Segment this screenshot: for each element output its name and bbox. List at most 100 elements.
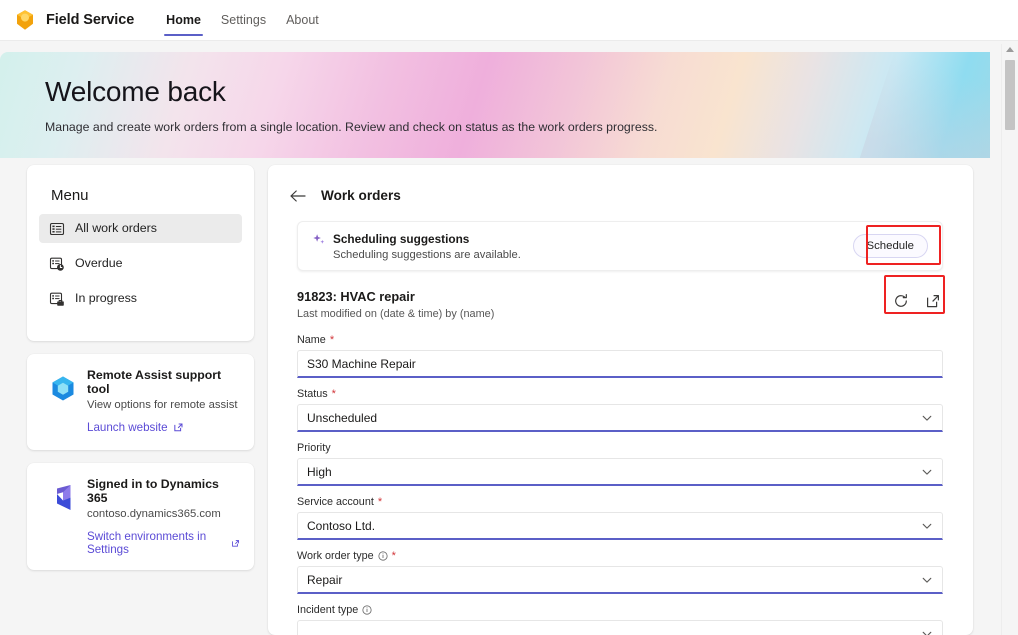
dynamics-signin-title: Signed in to Dynamics 365 [87, 477, 219, 505]
vertical-scrollbar[interactable] [1001, 44, 1018, 635]
chevron-down-icon [922, 577, 932, 583]
required-asterisk: * [329, 333, 335, 346]
sidebar: Menu All work orders Overdue In progress… [27, 165, 254, 570]
dynamics-signin-card: Signed in to Dynamics 365 contoso.dynami… [27, 463, 254, 570]
field-incident-type-label: Incident type [297, 604, 943, 616]
external-link-icon [173, 423, 183, 432]
field-label-text: Priority [297, 442, 331, 454]
field-name: Name * S30 Machine Repair [297, 334, 943, 378]
menu-card: Menu All work orders Overdue In progress [27, 165, 254, 341]
chevron-down-icon [922, 523, 932, 529]
remote-assist-hexagon-icon [52, 376, 74, 401]
required-asterisk: * [377, 495, 383, 508]
nav-items: Home Settings About [156, 0, 329, 41]
field-service-account: Service account * Contoso Ltd. [297, 496, 943, 540]
app-window: Field Service Home Settings About Welcom… [0, 0, 1018, 635]
dynamics-365-icon [57, 485, 71, 510]
work-order-header: 91823: HVAC repair Last modified on (dat… [297, 289, 943, 320]
field-status-label: Status * [297, 388, 943, 400]
work-orders-panel: Work orders Scheduling suggestions Sched… [268, 165, 973, 635]
service-account-select-value: Contoso Ltd. [307, 518, 376, 533]
welcome-banner: Welcome back Manage and create work orde… [0, 52, 990, 158]
open-in-new-window-icon[interactable] [925, 293, 941, 309]
scroll-up-arrow-icon[interactable] [1006, 47, 1014, 52]
sidebar-item-in-progress[interactable]: In progress [39, 284, 242, 313]
app-title: Field Service [46, 12, 135, 28]
nav-item-settings[interactable]: Settings [211, 0, 276, 41]
schedule-button[interactable]: Schedule [852, 234, 928, 258]
priority-select-value: High [307, 464, 332, 479]
top-navigation-bar: Field Service Home Settings About [0, 0, 1018, 41]
field-status: Status * Unscheduled [297, 388, 943, 432]
sidebar-item-label: In progress [75, 291, 137, 306]
required-asterisk: * [331, 387, 336, 400]
work-order-actions [893, 293, 943, 309]
sidebar-item-label: Overdue [75, 256, 123, 271]
field-label-text: Incident type [297, 604, 359, 616]
work-order-last-modified: Last modified on (date & time) by (name) [297, 308, 495, 320]
chevron-down-icon [922, 415, 932, 421]
dynamics-environment-url: contoso.dynamics365.com [87, 508, 221, 520]
back-arrow-icon[interactable] [290, 189, 307, 203]
work-order-type-select[interactable]: Repair [297, 566, 943, 594]
sidebar-item-overdue[interactable]: Overdue [39, 249, 242, 278]
chevron-down-icon [922, 469, 932, 475]
scheduling-suggestions-banner: Scheduling suggestions Scheduling sugges… [297, 221, 943, 271]
dynamics-signin-body: Signed in to Dynamics 365 contoso.dynami… [87, 477, 240, 556]
switch-environments-link[interactable]: Switch environments in Settings [87, 530, 240, 556]
field-priority-label: Priority [297, 442, 943, 454]
field-incident-type: Incident type [297, 604, 943, 635]
info-icon[interactable] [362, 605, 372, 615]
scheduling-suggestions-title: Scheduling suggestions [333, 231, 470, 246]
nav-item-about[interactable]: About [276, 0, 329, 41]
field-label-text: Work order type [297, 550, 374, 562]
refresh-icon[interactable] [893, 293, 909, 309]
field-work-order-type-label: Work order type * [297, 550, 943, 562]
panel-title: Work orders [321, 188, 401, 203]
priority-select[interactable]: High [297, 458, 943, 486]
nav-item-about-label: About [286, 13, 319, 27]
menu-heading: Menu [51, 187, 89, 204]
page-title: Welcome back [45, 76, 226, 107]
sidebar-item-label: All work orders [75, 221, 157, 236]
list-icon [49, 222, 65, 235]
external-link-icon [231, 539, 239, 547]
required-asterisk: * [391, 549, 396, 562]
remote-assist-subtitle: View options for remote assist [87, 399, 238, 411]
incident-type-select[interactable] [297, 620, 943, 635]
work-order-type-select-value: Repair [307, 572, 343, 587]
field-label-text: Name [297, 334, 326, 346]
field-label-text: Service account [297, 496, 374, 508]
list-clock-icon [49, 257, 64, 271]
launch-website-link[interactable]: Launch website [87, 421, 184, 434]
info-icon[interactable] [378, 551, 388, 561]
work-order-form: Name * S30 Machine Repair Status * Unsch… [297, 334, 943, 635]
nav-item-home[interactable]: Home [156, 0, 211, 41]
work-order-header-text: 91823: HVAC repair Last modified on (dat… [297, 289, 893, 320]
page-subtitle: Manage and create work orders from a sin… [45, 120, 658, 134]
scheduling-suggestions-text: Scheduling suggestions Scheduling sugges… [333, 232, 853, 261]
list-toolbox-icon [49, 292, 64, 306]
service-account-select[interactable]: Contoso Ltd. [297, 512, 943, 540]
name-input-value: S30 Machine Repair [307, 356, 416, 371]
field-priority: Priority High [297, 442, 943, 486]
field-work-order-type: Work order type * Repair [297, 550, 943, 594]
field-service-account-label: Service account * [297, 496, 943, 508]
panel-header: Work orders [268, 165, 973, 203]
work-order-title: 91823: HVAC repair [297, 289, 415, 304]
chevron-down-icon [922, 631, 932, 635]
sparkle-icon [313, 234, 325, 244]
status-select[interactable]: Unscheduled [297, 404, 943, 432]
launch-website-label: Launch website [87, 421, 168, 434]
field-service-hexagon-logo [17, 10, 33, 30]
switch-environments-label: Switch environments in Settings [87, 530, 207, 556]
nav-item-settings-label: Settings [220, 13, 267, 27]
scheduling-suggestions-subtitle: Scheduling suggestions are available. [333, 248, 521, 261]
name-input[interactable]: S30 Machine Repair [297, 350, 943, 378]
sidebar-item-all-work-orders[interactable]: All work orders [39, 214, 242, 243]
scrollbar-thumb[interactable] [1005, 60, 1015, 130]
status-select-value: Unscheduled [307, 410, 378, 425]
field-label-text: Status [297, 388, 328, 400]
remote-assist-body: Remote Assist support tool View options … [87, 368, 240, 436]
field-name-label: Name * [297, 334, 943, 346]
